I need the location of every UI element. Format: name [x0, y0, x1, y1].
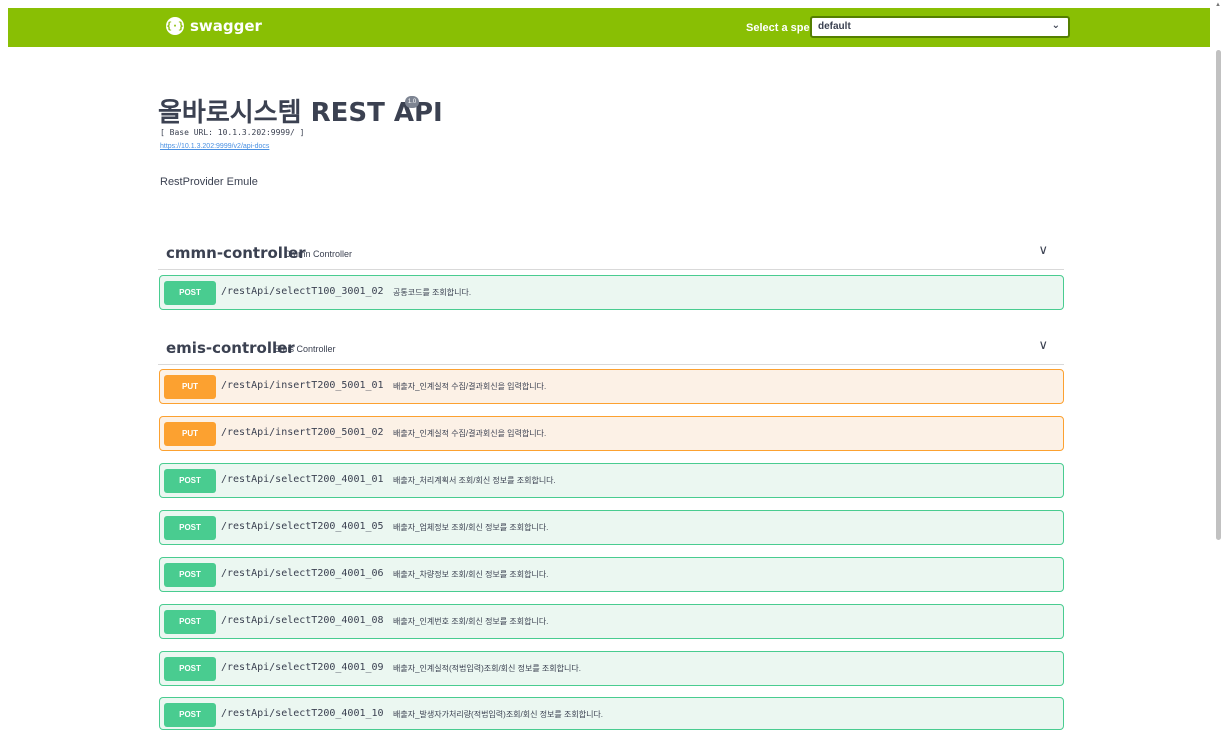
- operation-summary: 배출자_인계실적 수집/결과회신을 입력합니다.: [393, 429, 547, 438]
- operation-row[interactable]: POST /restApi/selectT200_4001_10 배출자_발생자…: [159, 697, 1064, 730]
- operation-path: /restApi/selectT200_4001_05: [221, 521, 384, 532]
- api-docs-link[interactable]: https://10.1.3.202:9999/v2/api-docs: [160, 143, 269, 150]
- operation-row[interactable]: POST /restApi/selectT200_4001_05 배출자_업체정…: [159, 510, 1064, 545]
- api-description: RestProvider Emule: [160, 176, 258, 188]
- method-badge: POST: [164, 281, 216, 305]
- base-url: [ Base URL: 10.1.3.202:9999/ ]: [160, 128, 305, 137]
- tag-header-cmmn[interactable]: cmmn-controller Cmmn Controller ∨: [158, 234, 1064, 270]
- tag-description: Emis Controller: [274, 344, 336, 354]
- operation-path: /restApi/selectT200_4001_08: [221, 615, 384, 626]
- operation-path: /restApi/selectT200_4001_09: [221, 662, 384, 673]
- tag-header-emis[interactable]: emis-controller Emis Controller ∨: [158, 329, 1064, 365]
- operation-summary: 배출자_처리계획서 조회/회신 정보를 조회합니다.: [393, 476, 556, 485]
- operation-path: /restApi/selectT100_3001_02: [221, 286, 384, 297]
- api-title: 올바로시스템 REST API: [158, 98, 443, 128]
- operation-row[interactable]: POST /restApi/selectT200_4001_06 배출자_차량정…: [159, 557, 1064, 592]
- method-badge: POST: [164, 703, 216, 727]
- operation-summary: 배출자_차량정보 조회/회신 정보를 조회합니다.: [393, 570, 549, 579]
- operation-row[interactable]: POST /restApi/selectT200_4001_09 배출자_인계실…: [159, 651, 1064, 686]
- operation-row[interactable]: POST /restApi/selectT200_4001_08 배출자_인계번…: [159, 604, 1064, 639]
- method-badge: POST: [164, 657, 216, 681]
- spec-label: Select a spec: [746, 22, 816, 34]
- chevron-down-icon[interactable]: ∨: [1038, 242, 1048, 258]
- scroll-up-icon[interactable]: ▲: [1215, 2, 1221, 8]
- chevron-down-icon: ⌄: [1051, 20, 1060, 31]
- operation-summary: 배출자_인계번호 조회/회신 정보를 조회합니다.: [393, 617, 549, 626]
- method-badge: PUT: [164, 375, 216, 399]
- tag-description: Cmmn Controller: [284, 249, 353, 259]
- method-badge: PUT: [164, 422, 216, 446]
- version-badge: 1.0: [405, 96, 419, 108]
- operation-summary: 배출자_인계실적(적법입력)조회/회신 정보를 조회합니다.: [393, 664, 581, 673]
- operation-summary: 공통코드를 조회합니다.: [393, 288, 472, 297]
- topbar: {·} swagger Select a spec default ⌄: [8, 8, 1210, 47]
- operation-summary: 배출자_업체정보 조회/회신 정보를 조회합니다.: [393, 523, 549, 532]
- method-badge: POST: [164, 563, 216, 587]
- operation-row[interactable]: PUT /restApi/insertT200_5001_01 배출자_인계실적…: [159, 369, 1064, 404]
- operation-row[interactable]: POST /restApi/selectT100_3001_02 공통코드를 조…: [159, 275, 1064, 310]
- swagger-logo-icon: {·}: [166, 17, 184, 35]
- spec-select[interactable]: default ⌄: [810, 16, 1070, 38]
- operation-row[interactable]: POST /restApi/selectT200_4001_01 배출자_처리계…: [159, 463, 1064, 498]
- scrollbar-thumb[interactable]: [1216, 50, 1221, 540]
- operation-summary: 배출자_인계실적 수집/결과회신을 입력합니다.: [393, 382, 547, 391]
- operation-path: /restApi/selectT200_4001_10: [221, 708, 384, 719]
- method-badge: POST: [164, 610, 216, 634]
- operation-path: /restApi/selectT200_4001_06: [221, 568, 384, 579]
- method-badge: POST: [164, 516, 216, 540]
- operation-row[interactable]: PUT /restApi/insertT200_5001_02 배출자_인계실적…: [159, 416, 1064, 451]
- operation-summary: 배출자_발생자가처리량(적법입력)조회/회신 정보를 조회합니다.: [393, 710, 604, 719]
- method-badge: POST: [164, 469, 216, 493]
- operation-path: /restApi/insertT200_5001_01: [221, 380, 384, 391]
- swagger-brand[interactable]: {·} swagger: [166, 17, 262, 35]
- spec-select-value: default: [818, 21, 851, 32]
- operation-path: /restApi/selectT200_4001_01: [221, 474, 384, 485]
- brand-text: swagger: [190, 17, 262, 35]
- operation-path: /restApi/insertT200_5001_02: [221, 427, 384, 438]
- chevron-down-icon[interactable]: ∨: [1038, 337, 1048, 353]
